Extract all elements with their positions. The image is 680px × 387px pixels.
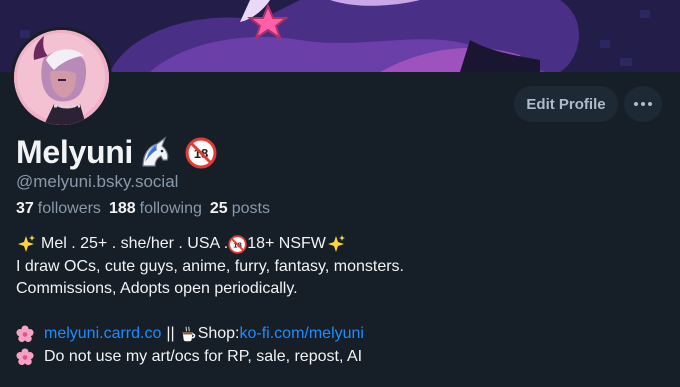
- shop-label: Shop:: [197, 325, 240, 342]
- ellipsis-icon: [634, 102, 638, 106]
- posts-stat: 25 posts: [210, 200, 270, 218]
- bio-blank-line: [16, 301, 666, 324]
- following-label: following: [139, 200, 202, 217]
- followers-count: 37: [16, 200, 34, 217]
- hot-beverage-icon: [180, 325, 198, 343]
- display-name: Melyuni: [16, 134, 134, 170]
- profile-stats: 37 followers 188 following 25 posts: [16, 200, 270, 218]
- link-separator: ||: [166, 325, 175, 342]
- sparkles-icon: [326, 234, 346, 254]
- avatar[interactable]: [11, 27, 112, 128]
- followers-label: followers: [37, 200, 101, 217]
- more-options-button[interactable]: [624, 86, 662, 122]
- cherry-blossom-icon: [16, 348, 34, 366]
- ellipsis-dot: [648, 102, 652, 106]
- posts-label: posts: [231, 200, 270, 217]
- no-under-18-icon: 18: [228, 235, 247, 254]
- no-under-18-icon: 18: [185, 137, 217, 169]
- profile-handle: @melyuni.bsky.social: [16, 172, 179, 191]
- bio-line-6: Do not use my art/ocs for RP, sale, repo…: [16, 346, 666, 369]
- bio-nsfw-text: 18+ NSFW: [247, 235, 326, 252]
- carrd-link[interactable]: melyuni.carrd.co: [44, 323, 161, 346]
- bio-usage-notice: Do not use my art/ocs for RP, sale, repo…: [44, 347, 363, 365]
- bio-line-2: I draw OCs, cute guys, anime, furry, fan…: [16, 257, 404, 275]
- unicorn-icon: [137, 135, 173, 170]
- bio-line-3: Commissions, Adopts open periodically.: [16, 280, 298, 297]
- followers-stat[interactable]: 37 followers: [16, 200, 101, 218]
- bio-intro-text: Mel . 25+ . she/her . USA .: [41, 235, 229, 252]
- ellipsis-dot: [641, 102, 645, 106]
- following-stat[interactable]: 188 following: [109, 200, 202, 218]
- bio-line-links: melyuni.carrd.co || Shop: ko-fi.com/mely…: [16, 323, 666, 346]
- display-name-row: Melyuni 18: [16, 134, 217, 171]
- posts-count: 25: [209, 200, 228, 217]
- bio-line-1: Mel . 25+ . she/her . USA . 18 18+ NSFW: [16, 233, 666, 256]
- cherry-blossom-icon: [16, 325, 34, 343]
- profile-bio: Mel . 25+ . she/her . USA . 18 18+ NSFW …: [16, 233, 666, 368]
- avatar-illustration: [14, 30, 109, 125]
- following-count: 188: [108, 200, 136, 217]
- sparkles-icon: [16, 234, 36, 254]
- edit-profile-button[interactable]: Edit Profile: [514, 86, 618, 122]
- kofi-link[interactable]: ko-fi.com/melyuni: [240, 323, 364, 346]
